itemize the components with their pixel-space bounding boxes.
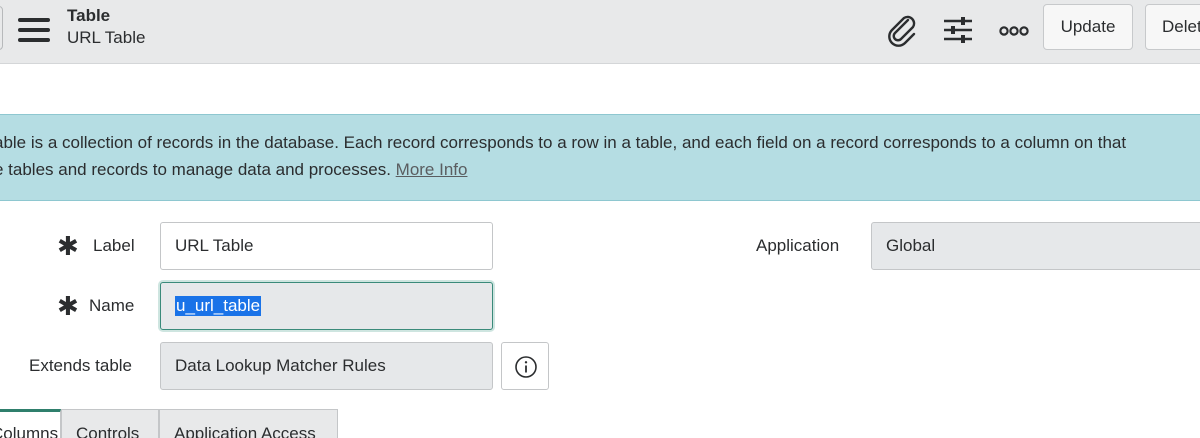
info-icon <box>515 356 537 378</box>
name-field-label: Name <box>89 296 135 315</box>
extends-table-field-label: Extends table <box>29 356 133 375</box>
application-input[interactable]: Global <box>871 222 1200 270</box>
paperclip-icon[interactable] <box>884 12 920 48</box>
required-indicator-name: ✱ <box>57 291 79 321</box>
application-field-label: Application <box>756 236 840 255</box>
page: Table URL Table Update Delet able is a c… <box>0 0 1200 438</box>
form-header: Table URL Table Update Delet <box>0 0 1200 64</box>
record-name-title: URL Table <box>67 28 146 47</box>
more-options-icon[interactable] <box>996 12 1032 48</box>
info-banner: able is a collection of records in the d… <box>0 114 1200 201</box>
tab-controls[interactable]: Controls <box>61 409 159 438</box>
record-type-title: Table <box>67 6 111 25</box>
update-button[interactable]: Update <box>1043 4 1133 50</box>
menu-icon[interactable] <box>18 16 50 44</box>
name-input-selected-value: u_url_table <box>175 296 262 316</box>
back-button-edge[interactable] <box>0 6 3 50</box>
name-input[interactable]: u_url_table <box>160 282 493 330</box>
sliders-icon[interactable] <box>940 12 976 48</box>
banner-text-line-1: able is a collection of records in the d… <box>0 133 1127 152</box>
required-indicator-label: ✱ <box>57 231 79 261</box>
delete-button[interactable]: Delete <box>1145 4 1200 50</box>
more-info-link[interactable]: More Info <box>396 160 468 179</box>
extends-table-info-button[interactable] <box>501 342 549 390</box>
banner-text-line-2-content: e tables and records to manage data and … <box>0 160 391 179</box>
extends-table-input[interactable]: Data Lookup Matcher Rules <box>160 342 493 390</box>
tab-columns[interactable]: Columns <box>0 409 61 438</box>
banner-text-line-2: e tables and records to manage data and … <box>0 160 467 180</box>
label-input[interactable]: URL Table <box>160 222 493 270</box>
label-field-label: Label <box>93 236 135 255</box>
tab-application-access[interactable]: Application Access <box>159 409 338 438</box>
